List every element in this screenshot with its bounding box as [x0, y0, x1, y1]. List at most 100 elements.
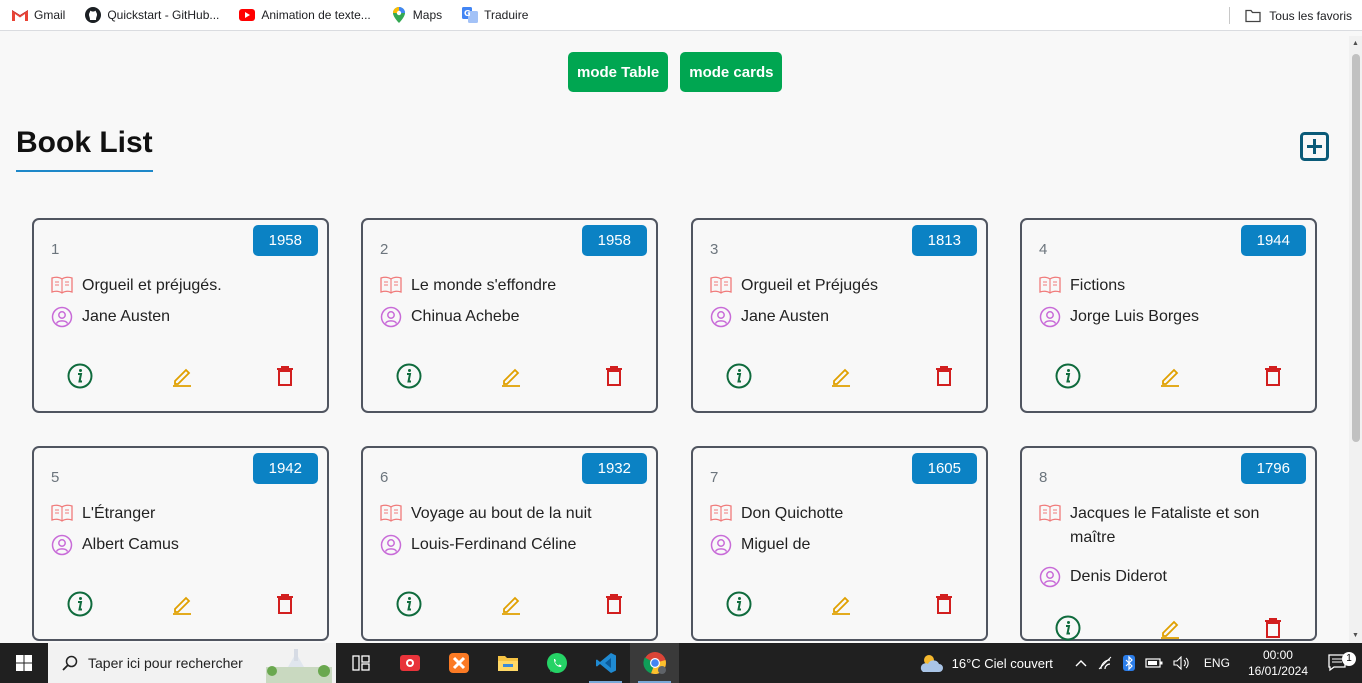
bookmark-github[interactable]: Quickstart - GitHub... — [75, 0, 229, 31]
svg-text:G: G — [464, 9, 471, 18]
notification-center[interactable]: 1 — [1318, 652, 1362, 672]
battery-status[interactable] — [1140, 657, 1168, 669]
start-button[interactable] — [0, 643, 48, 683]
plus-square-icon — [1300, 132, 1329, 161]
bookmark-translate[interactable]: G Traduire — [452, 0, 538, 31]
delete-button[interactable] — [1260, 617, 1286, 643]
pencil-icon — [171, 593, 193, 620]
volume-control[interactable] — [1168, 656, 1196, 670]
taskbar-app-chrome[interactable] — [630, 643, 679, 683]
info-button[interactable] — [396, 591, 422, 619]
input-language[interactable]: ENG — [1196, 656, 1238, 670]
user-icon — [1039, 566, 1061, 588]
delete-button[interactable] — [931, 593, 957, 619]
info-button[interactable] — [726, 363, 752, 391]
edit-button[interactable] — [828, 593, 854, 619]
book-id: 1 — [51, 241, 60, 258]
info-icon — [396, 363, 422, 394]
edit-button[interactable] — [169, 593, 195, 619]
scroll-up-arrow-icon[interactable]: ▲ — [1352, 40, 1359, 47]
scroll-down-arrow-icon[interactable]: ▼ — [1352, 632, 1359, 639]
book-title: Voyage au bout de la nuit — [411, 505, 592, 522]
book-author: Jane Austen — [82, 308, 171, 325]
edit-button[interactable] — [828, 365, 854, 391]
search-icon — [62, 655, 78, 671]
delete-button[interactable] — [272, 365, 298, 391]
book-title-row: Jacques le Fataliste et son maître — [1039, 502, 1289, 550]
book-year-badge: 1932 — [581, 453, 647, 484]
edit-button[interactable] — [1157, 365, 1183, 391]
book-id: 8 — [1039, 469, 1048, 486]
delete-button[interactable] — [601, 593, 627, 619]
bookmarks-divider — [1229, 7, 1230, 24]
bookmark-label: Maps — [412, 8, 443, 22]
scrollbar-thumb[interactable] — [1352, 54, 1360, 442]
book-icon — [380, 502, 402, 524]
network-status[interactable] — [1092, 656, 1118, 670]
task-view-button[interactable] — [336, 643, 385, 683]
book-icon — [710, 502, 732, 524]
bluetooth-icon — [1122, 655, 1135, 671]
book-author-row: Louis-Ferdinand Céline — [380, 534, 576, 556]
xampp-icon — [448, 653, 469, 673]
bookmark-gmail[interactable]: Gmail — [0, 0, 75, 31]
book-icon — [51, 274, 73, 296]
delete-button[interactable] — [931, 365, 957, 391]
trash-icon — [1263, 365, 1283, 392]
delete-button[interactable] — [272, 593, 298, 619]
info-button[interactable] — [1055, 615, 1081, 643]
page-scrollbar[interactable]: ▲ ▼ — [1349, 36, 1362, 643]
translate-icon: G — [462, 7, 479, 23]
trash-icon — [275, 593, 295, 620]
book-card: 1605 7 Don Quichotte Miguel de — [691, 446, 988, 641]
add-book-button[interactable] — [1300, 132, 1329, 161]
delete-button[interactable] — [601, 365, 627, 391]
mode-cards-button[interactable]: mode cards — [680, 52, 783, 92]
book-author: Louis-Ferdinand Céline — [411, 536, 577, 553]
taskbar-app-whatsapp[interactable] — [532, 643, 581, 683]
info-icon — [1055, 363, 1081, 394]
bookmark-maps[interactable]: Maps — [381, 0, 452, 31]
taskbar-app-vscode[interactable] — [581, 643, 630, 683]
bookmark-youtube[interactable]: Animation de texte... — [229, 0, 380, 31]
taskbar-search[interactable]: Taper ici pour rechercher — [48, 643, 336, 683]
page-title: Book List — [16, 126, 153, 172]
delete-button[interactable] — [1260, 365, 1286, 391]
file-explorer-icon — [497, 656, 518, 671]
clock-date: 16/01/2024 — [1247, 664, 1308, 678]
trash-icon — [1263, 617, 1283, 644]
info-button[interactable] — [67, 363, 93, 391]
bluetooth-status[interactable] — [1118, 655, 1140, 671]
weather-text: 16°C Ciel couvert — [951, 655, 1053, 671]
notification-count-badge: 1 — [1342, 652, 1356, 666]
book-title: Fictions — [1070, 277, 1126, 294]
book-year-badge: 1942 — [252, 453, 318, 484]
taskbar-app-recorder[interactable] — [385, 643, 434, 683]
info-button[interactable] — [726, 591, 752, 619]
bookmark-label: Traduire — [484, 8, 529, 22]
info-button[interactable] — [1055, 363, 1081, 394]
weather-widget[interactable]: 16°C Ciel couvert — [913, 652, 1058, 674]
info-button[interactable] — [67, 591, 93, 619]
speaker-icon — [1173, 656, 1189, 670]
edit-button[interactable] — [169, 365, 195, 391]
book-id: 2 — [380, 241, 389, 258]
taskbar-app-xampp[interactable] — [434, 643, 483, 683]
trash-icon — [934, 593, 954, 620]
all-bookmarks[interactable]: Tous les favoris — [1245, 0, 1352, 31]
edit-button[interactable] — [498, 365, 524, 391]
book-title: Orgueil et Préjugés — [741, 277, 878, 294]
book-icon — [1039, 274, 1061, 296]
book-card: 1813 3 Orgueil et Préjugés Jane Austen — [691, 218, 988, 413]
edit-button[interactable] — [1157, 617, 1183, 643]
show-hidden-icons[interactable] — [1070, 659, 1092, 667]
system-clock[interactable]: 00:00 16/01/2024 — [1238, 647, 1318, 679]
edit-button[interactable] — [498, 593, 524, 619]
taskbar-app-file-explorer[interactable] — [483, 643, 532, 683]
book-author-row: Denis Diderot — [1039, 566, 1167, 588]
system-tray: 16°C Ciel couvert ENG 00:00 16/01/2024 1 — [913, 643, 1362, 683]
info-button[interactable] — [396, 363, 422, 394]
page-content: mode Table mode cards Book List 1958 1 O… — [0, 36, 1349, 643]
mode-table-button[interactable]: mode Table — [568, 52, 669, 92]
trash-icon — [934, 365, 954, 392]
